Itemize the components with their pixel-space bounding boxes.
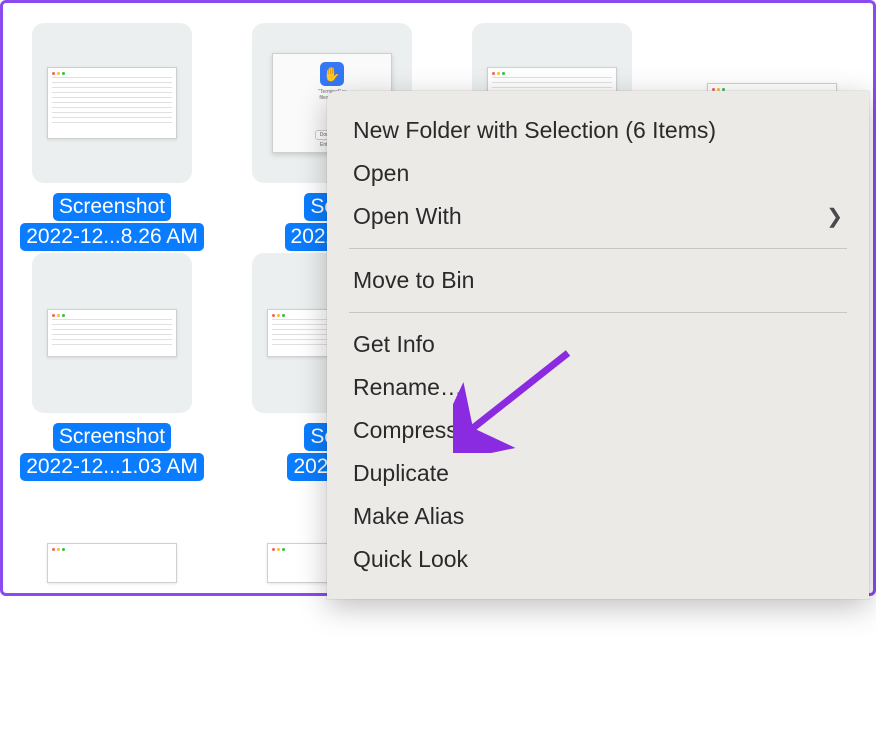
file-label-line2: 2022-12...8.26 AM <box>20 223 204 251</box>
file-item[interactable]: Screenshot 2022-12...1.03 AM <box>5 253 219 483</box>
hand-icon: ✋ <box>320 62 344 86</box>
file-label-line2: 2022-12...1.03 AM <box>20 453 204 481</box>
thumbnail <box>32 23 192 183</box>
menu-label: Open <box>353 160 409 187</box>
menu-open[interactable]: Open <box>327 152 869 195</box>
menu-duplicate[interactable]: Duplicate <box>327 452 869 495</box>
chevron-right-icon: ❯ <box>826 204 843 229</box>
menu-get-info[interactable]: Get Info <box>327 323 869 366</box>
menu-divider <box>349 312 847 313</box>
file-label-line1: Screenshot <box>53 423 171 451</box>
menu-label: Make Alias <box>353 503 464 530</box>
menu-compress[interactable]: Compress <box>327 409 869 452</box>
context-menu: New Folder with Selection (6 Items) Open… <box>327 91 869 599</box>
thumbnail <box>32 253 192 413</box>
menu-open-with[interactable]: Open With ❯ <box>327 195 869 238</box>
menu-label: Rename… <box>353 374 463 401</box>
menu-label: New Folder with Selection (6 Items) <box>353 117 716 144</box>
menu-label: Compress <box>353 417 458 444</box>
menu-divider <box>349 248 847 249</box>
menu-label: Duplicate <box>353 460 449 487</box>
menu-label: Quick Look <box>353 546 468 573</box>
file-item[interactable] <box>5 483 219 713</box>
menu-move-to-bin[interactable]: Move to Bin <box>327 259 869 302</box>
menu-new-folder[interactable]: New Folder with Selection (6 Items) <box>327 109 869 152</box>
menu-quick-look[interactable]: Quick Look <box>327 538 869 581</box>
menu-label: Get Info <box>353 331 435 358</box>
file-item[interactable]: Screenshot 2022-12...8.26 AM <box>5 23 219 253</box>
menu-rename[interactable]: Rename… <box>327 366 869 409</box>
menu-label: Open With <box>353 203 462 230</box>
file-label-line1: Screenshot <box>53 193 171 221</box>
menu-label: Move to Bin <box>353 267 474 294</box>
menu-make-alias[interactable]: Make Alias <box>327 495 869 538</box>
thumbnail <box>32 483 192 643</box>
